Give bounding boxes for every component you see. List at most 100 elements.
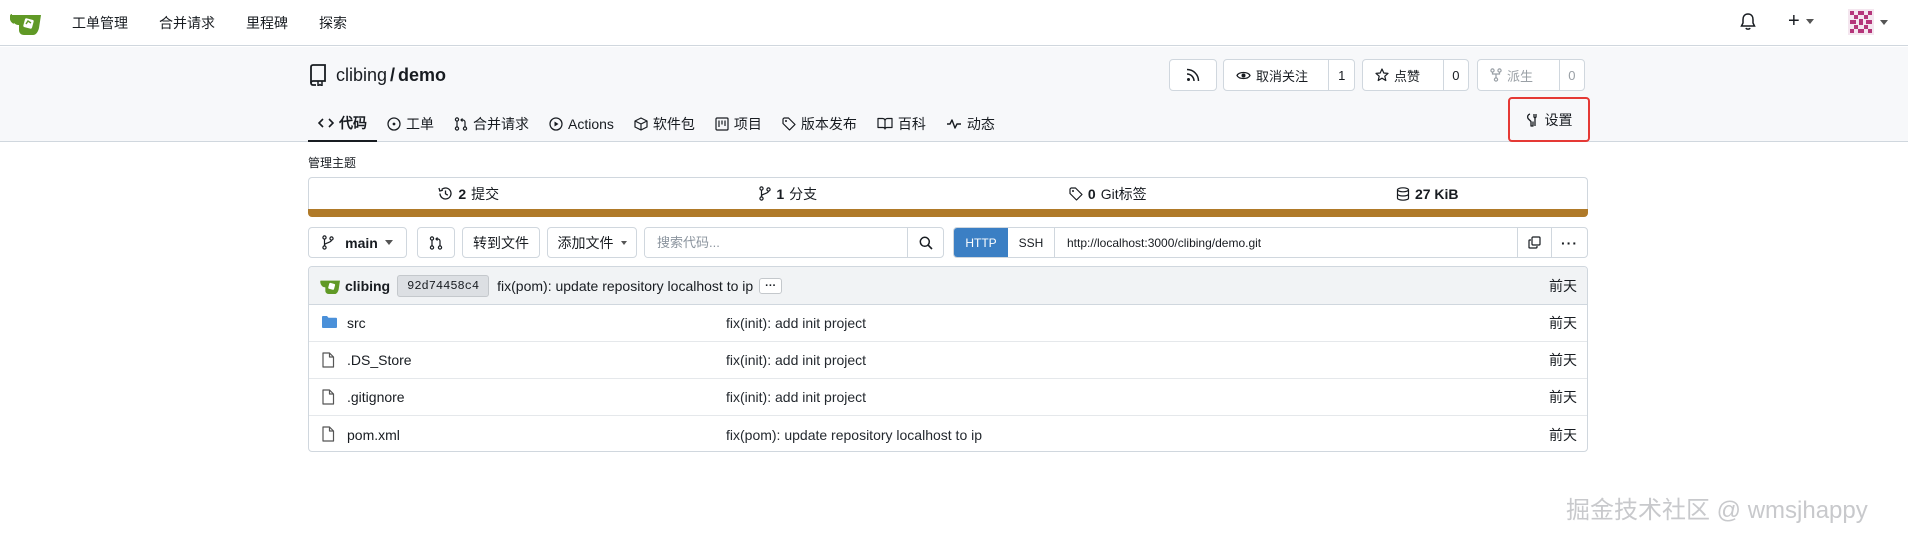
code-search [644,227,944,258]
add-file-label: 添加文件 [557,234,614,251]
file-row[interactable]: pom.xml fix(pom): update repository loca… [309,416,1587,451]
file-name[interactable]: pom.xml [347,427,400,443]
pull-request-icon [454,116,468,131]
user-menu-button[interactable] [1848,9,1888,35]
repo-separator: / [390,64,396,85]
file-row[interactable]: .gitignore fix(init): add init project 前… [309,379,1587,416]
search-icon [919,236,933,250]
more-options-icon[interactable]: ··· [1551,228,1587,257]
commit-message[interactable]: fix(pom): update repository localhost to… [497,278,753,294]
rss-icon [1186,68,1200,82]
watermark: 掘金技术社区 @ wmsjhappy [1566,497,1868,524]
tab-label: 工单 [406,115,434,132]
file-commit-message[interactable]: fix(init): add init project [726,315,866,331]
language-stats-bar[interactable] [308,209,1588,217]
file-list: clibing 92d74458c4 fix(pom): update repo… [308,266,1588,452]
gitea-logo-icon[interactable] [10,8,42,38]
tab-label: Actions [568,115,614,132]
repo-title: clibing / demo [308,64,446,86]
nav-explore[interactable]: 探索 [319,13,347,33]
file-name[interactable]: .DS_Store [347,352,412,368]
branches-stat[interactable]: 1 分支 [629,178,949,209]
tags-count: 0 [1087,185,1096,202]
eye-icon [1236,71,1251,79]
repo-header: clibing / demo 取消关注 1 点赞 0 派生 0 代码 工单 合并… [0,47,1908,142]
tab-actions[interactable]: Actions [539,105,624,142]
branch-selector[interactable]: main [308,227,407,258]
chevron-down-icon [1805,18,1814,24]
file-time: 前天 [1549,389,1577,405]
repo-tabs: 代码 工单 合并请求 Actions 软件包 项目 版本发布 百科 动态 [308,105,1005,142]
goto-file-label: 转到文件 [473,234,529,251]
star-count[interactable]: 0 [1442,60,1468,90]
folder-icon [322,316,337,328]
clone-panel: HTTP SSH http://localhost:3000/clibing/d… [953,227,1588,258]
tab-projects[interactable]: 项目 [705,105,772,142]
add-file-button[interactable]: 添加文件 [547,227,637,258]
file-name[interactable]: src [347,315,366,331]
copy-url-button[interactable] [1517,228,1551,257]
tab-issues[interactable]: 工单 [377,105,444,142]
size-stat[interactable]: 27 KiB [1268,178,1588,209]
fork-count[interactable]: 0 [1558,60,1584,90]
chevron-down-icon [620,240,627,245]
commit-sha[interactable]: 92d74458c4 [397,274,490,297]
clone-http-button[interactable]: HTTP [954,228,1008,257]
code-search-input[interactable] [645,228,907,257]
tab-settings[interactable]: 设置 [1508,97,1590,142]
fork-icon [1490,68,1502,82]
search-button[interactable] [907,228,943,257]
compare-button[interactable] [417,227,455,258]
branches-label: 分支 [789,185,818,202]
goto-file-button[interactable]: 转到文件 [462,227,540,258]
tab-code[interactable]: 代码 [308,105,377,142]
nav-issues[interactable]: 工单管理 [72,13,128,33]
tab-releases[interactable]: 版本发布 [772,105,867,142]
history-icon [438,187,452,200]
file-name[interactable]: .gitignore [347,389,405,405]
repo-owner-link[interactable]: clibing [336,65,387,86]
code-icon [318,117,334,128]
file-row[interactable]: .DS_Store fix(init): add init project 前天 [309,342,1587,379]
file-time: 前天 [1549,352,1577,368]
commits-stat[interactable]: 2 提交 [309,178,629,209]
tab-label: 项目 [733,115,762,132]
repo-icon [310,64,326,86]
clone-ssh-button[interactable]: SSH [1008,228,1055,257]
tags-stat[interactable]: 0 Git标签 [948,178,1268,209]
nav-milestones[interactable]: 里程碑 [246,13,288,33]
watch-count[interactable]: 1 [1328,60,1354,90]
chevron-down-icon [384,240,393,245]
file-time: 前天 [1549,315,1577,331]
author-avatar[interactable] [319,276,341,296]
tab-pull-requests[interactable]: 合并请求 [444,105,539,142]
repo-name-link[interactable]: demo [398,65,446,86]
unwatch-button[interactable]: 取消关注 1 [1223,59,1355,91]
database-icon [1396,186,1410,201]
create-menu-button[interactable]: + [1788,11,1814,31]
rss-feed-button[interactable] [1169,59,1217,91]
notification-bell-icon[interactable] [1740,13,1756,31]
top-navbar: 工单管理 合并请求 里程碑 探索 + [0,0,1908,46]
tab-packages[interactable]: 软件包 [624,105,705,142]
manage-topics-link[interactable]: 管理主题 [308,154,356,171]
clone-url-field[interactable]: http://localhost:3000/clibing/demo.git [1055,228,1517,257]
tab-wiki[interactable]: 百科 [867,105,936,142]
file-commit-message[interactable]: fix(init): add init project [726,389,866,405]
fork-button[interactable]: 派生 0 [1477,59,1585,91]
file-time: 前天 [1549,426,1577,443]
file-commit-message[interactable]: fix(pom): update repository localhost to… [726,427,982,443]
commit-expand-button[interactable]: ··· [759,277,783,294]
branch-icon [759,186,772,201]
file-icon [322,389,335,405]
file-row[interactable]: src fix(init): add init project 前天 [309,305,1587,342]
project-icon [715,116,729,131]
file-commit-message[interactable]: fix(init): add init project [726,352,866,368]
tab-activity[interactable]: 动态 [936,105,1005,142]
star-button[interactable]: 点赞 0 [1362,59,1469,91]
tag-icon [1069,186,1083,201]
commits-count: 2 [458,185,467,202]
commit-author[interactable]: clibing [345,278,390,294]
nav-pull-requests[interactable]: 合并请求 [159,13,215,33]
file-icon [322,352,335,368]
